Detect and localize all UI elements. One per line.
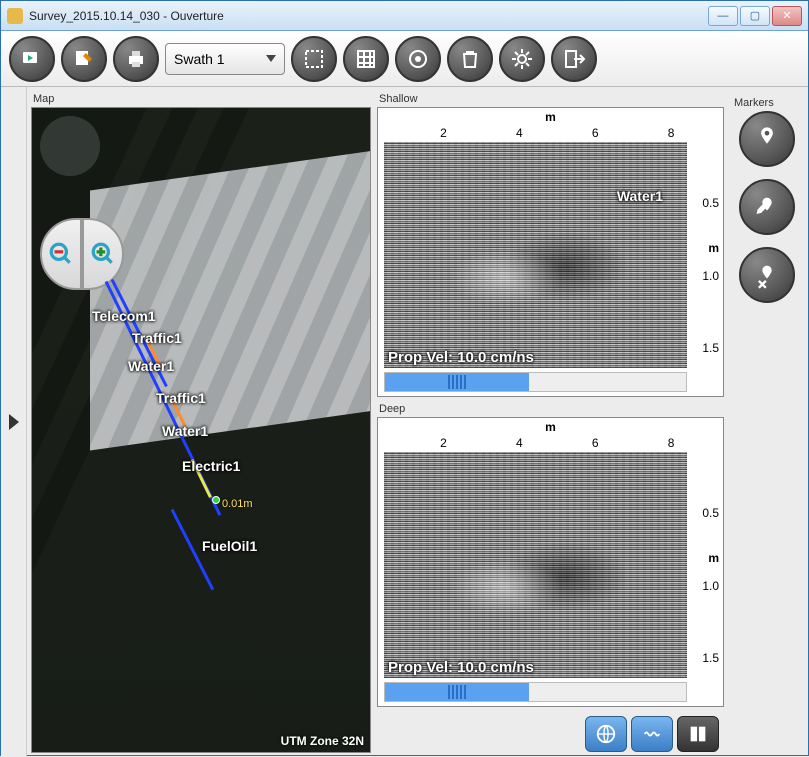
utility-label: Telecom1 <box>92 308 156 324</box>
globe-icon <box>595 723 617 745</box>
markers-panel-label: Markers <box>732 95 802 111</box>
x-tick: 8 <box>668 126 675 140</box>
scrollbar-grip-icon <box>448 685 468 699</box>
settings-button[interactable] <box>499 36 545 82</box>
run-icon <box>20 47 44 71</box>
depth-tick: 1.5 <box>702 341 719 355</box>
depth-axis: 0.5 m 1.0 1.5 <box>689 142 721 368</box>
app-icon <box>7 8 23 24</box>
select-rect-icon <box>302 47 326 71</box>
shallow-radar-view[interactable]: m 2 4 6 8 Water1 0.5 m 1.0 1.5 Prop Vel: <box>377 107 724 397</box>
run-button[interactable] <box>9 36 55 82</box>
add-marker-button[interactable] <box>739 111 795 167</box>
depth-tick: 0.5 <box>702 506 719 520</box>
zoom-out-button[interactable] <box>40 218 82 290</box>
x-tick: 4 <box>516 126 523 140</box>
minimize-button[interactable]: — <box>708 6 738 26</box>
profile-icon <box>641 723 663 745</box>
window-title: Survey_2015.10.14_030 - Ouverture <box>29 9 708 23</box>
utility-label: FuelOil1 <box>202 538 257 554</box>
globe-view-button[interactable] <box>585 716 627 752</box>
prop-vel-label: Prop Vel: 10.0 cm/ns <box>388 659 534 676</box>
map-view[interactable]: 0.01m Telecom1 Traffic1 Water1 Traffic1 … <box>31 107 371 753</box>
projection-label: UTM Zone 32N <box>281 734 364 748</box>
depth-tick: 1.5 <box>702 651 719 665</box>
scrollbar-grip-icon <box>448 375 468 389</box>
exit-icon <box>562 47 586 71</box>
utility-label: Water1 <box>162 423 208 439</box>
x-axis: m 2 4 6 8 <box>378 108 723 142</box>
building-roof <box>90 146 371 451</box>
compass-icon <box>40 116 100 176</box>
side-expander[interactable] <box>1 87 27 757</box>
combined-icon <box>687 723 709 745</box>
position-scrollbar[interactable] <box>384 682 687 702</box>
edit-icon <box>72 47 96 71</box>
chevron-down-icon <box>266 55 276 62</box>
zoom-out-icon <box>48 241 74 267</box>
select-area-button[interactable] <box>291 36 337 82</box>
x-tick: 6 <box>592 436 599 450</box>
utility-label: Electric1 <box>182 458 240 474</box>
pin-add-icon <box>753 125 781 153</box>
shallow-panel-label: Shallow <box>377 91 724 107</box>
x-axis: m 2 4 6 8 <box>378 418 723 452</box>
depth-tick: 1.0 <box>702 269 719 283</box>
map-panel-label: Map <box>31 91 371 107</box>
trash-icon <box>458 47 482 71</box>
title-bar: Survey_2015.10.14_030 - Ouverture — ▢ ✕ <box>1 1 808 31</box>
x-tick: 6 <box>592 126 599 140</box>
gear-icon <box>510 47 534 71</box>
prop-vel-label: Prop Vel: 10.0 cm/ns <box>388 349 534 366</box>
x-tick: 2 <box>440 126 447 140</box>
depth-tick: 1.0 <box>702 579 719 593</box>
exit-button[interactable] <box>551 36 597 82</box>
depth-unit: m <box>708 551 719 565</box>
deep-panel-label: Deep <box>377 401 724 417</box>
radar-tag: Water1 <box>617 188 663 204</box>
profile-view-button[interactable] <box>631 716 673 752</box>
depth-tick: 0.5 <box>702 196 719 210</box>
utility-label: Water1 <box>128 358 174 374</box>
distance-readout: 0.01m <box>222 498 253 510</box>
deep-radar-view[interactable]: m 2 4 6 8 0.5 m 1.0 1.5 Prop Vel: 10.0 c… <box>377 417 724 707</box>
utility-label: Traffic1 <box>156 390 206 406</box>
print-button[interactable] <box>113 36 159 82</box>
x-tick: 2 <box>440 436 447 450</box>
grid-button[interactable] <box>343 36 389 82</box>
depth-unit: m <box>708 241 719 255</box>
depth-axis: 0.5 m 1.0 1.5 <box>689 452 721 678</box>
delete-button[interactable] <box>447 36 493 82</box>
utility-label: Traffic1 <box>132 330 182 346</box>
pin-delete-icon <box>753 261 781 289</box>
target-button[interactable] <box>395 36 441 82</box>
delete-marker-button[interactable] <box>739 247 795 303</box>
maximize-button[interactable]: ▢ <box>740 6 770 26</box>
close-button[interactable]: ✕ <box>772 6 802 26</box>
swath-selector[interactable]: Swath 1 <box>165 43 285 75</box>
pin-edit-icon <box>753 193 781 221</box>
x-tick: 4 <box>516 436 523 450</box>
position-scrollbar[interactable] <box>384 372 687 392</box>
radargram <box>384 452 687 678</box>
zoom-in-icon <box>90 241 116 267</box>
edit-survey-button[interactable] <box>61 36 107 82</box>
x-axis-unit: m <box>545 420 556 434</box>
chevron-right-icon <box>9 414 19 430</box>
main-toolbar: Swath 1 <box>1 31 808 87</box>
view-mode-bar <box>585 716 719 752</box>
x-axis-unit: m <box>545 110 556 124</box>
grid-icon <box>354 47 378 71</box>
target-icon <box>406 47 430 71</box>
radargram <box>384 142 687 368</box>
print-icon <box>124 47 148 71</box>
swath-label: Swath 1 <box>174 51 225 67</box>
x-tick: 8 <box>668 436 675 450</box>
zoom-in-button[interactable] <box>82 218 124 290</box>
cursor-marker <box>212 496 220 504</box>
combined-view-button[interactable] <box>677 716 719 752</box>
edit-marker-button[interactable] <box>739 179 795 235</box>
